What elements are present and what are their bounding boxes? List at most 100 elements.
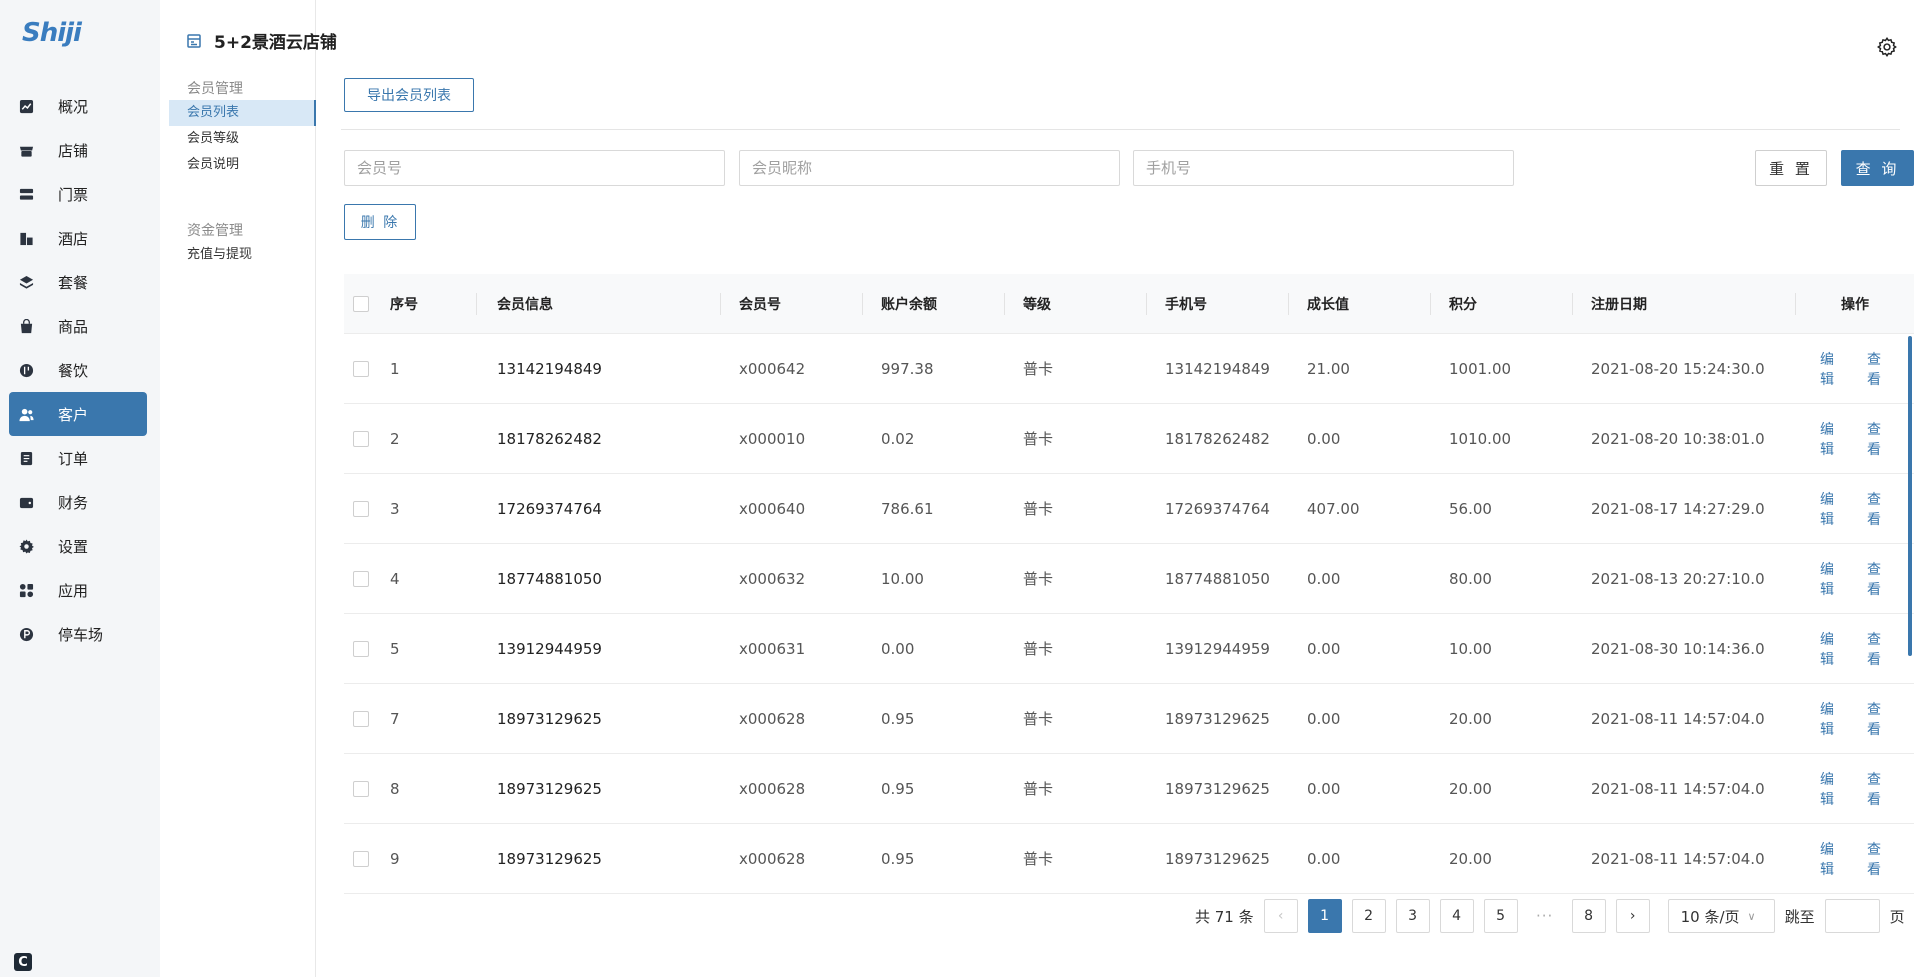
row-checkbox[interactable] xyxy=(353,780,369,797)
balance-cell: 0.95 xyxy=(881,709,915,728)
subnav-item-member-level[interactable]: 会员等级 xyxy=(169,126,316,152)
sidebar-item-12[interactable]: 停车场 xyxy=(0,612,160,656)
page-5[interactable]: 5 xyxy=(1483,899,1518,933)
prev-page-button[interactable]: ‹ xyxy=(1263,899,1298,933)
jump-label: 跳至 xyxy=(1784,907,1815,926)
sidebar-item-3[interactable]: 酒店 xyxy=(0,216,160,260)
sidebar-item-7[interactable]: 客户 xyxy=(9,392,147,436)
page-4[interactable]: 4 xyxy=(1439,899,1474,933)
balance-cell: 0.00 xyxy=(881,639,915,658)
logo-text: Shiji xyxy=(22,18,82,48)
member-no-cell: x000628 xyxy=(739,709,806,728)
row-checkbox[interactable] xyxy=(353,360,369,377)
page-1[interactable]: 1 xyxy=(1307,899,1342,933)
row-index-cell: 3 xyxy=(390,499,400,518)
edit-link[interactable]: 编辑 xyxy=(1820,629,1845,669)
edit-link[interactable]: 编辑 xyxy=(1820,839,1845,879)
delete-button[interactable]: 删 除 xyxy=(344,204,416,240)
reset-button[interactable]: 重 置 xyxy=(1755,150,1827,186)
subnav-item-member-note[interactable]: 会员说明 xyxy=(169,152,316,178)
sidebar-item-11[interactable]: 应用 xyxy=(0,568,160,612)
reg-date-cell: 2021-08-20 15:24:30.0 xyxy=(1591,359,1765,378)
sidebar-item-label: 酒店 xyxy=(58,229,89,248)
member-info-cell: 13912944959 xyxy=(497,639,602,658)
view-link[interactable]: 查看 xyxy=(1867,349,1892,389)
sidebar-item-label: 商品 xyxy=(58,317,89,336)
row-checkbox[interactable] xyxy=(353,710,369,727)
row-select-cell xyxy=(344,544,374,614)
select-all-checkbox[interactable] xyxy=(353,295,369,312)
edit-link[interactable]: 编辑 xyxy=(1820,699,1845,739)
row-index-cell: 4 xyxy=(390,569,400,588)
sidebar-item-label: 概况 xyxy=(58,97,89,116)
food-icon xyxy=(18,362,34,378)
growth-value-cell: 0.00 xyxy=(1307,709,1341,728)
subnav-item-recharge[interactable]: 充值与提现 xyxy=(169,242,316,268)
growth-value-cell: 0.00 xyxy=(1307,429,1341,448)
actions-cell: 编辑 查看 xyxy=(1796,474,1914,544)
jump-page-input[interactable] xyxy=(1824,899,1880,933)
sidebar-item-4[interactable]: 套餐 xyxy=(0,260,160,304)
phone-cell: 13142194849 xyxy=(1165,359,1270,378)
member-no-cell: x000628 xyxy=(739,849,806,868)
sidebar-item-label: 应用 xyxy=(58,581,89,600)
page-8[interactable]: 8 xyxy=(1571,899,1606,933)
brand-logo[interactable]: Shiji xyxy=(22,18,82,48)
row-checkbox[interactable] xyxy=(353,570,369,587)
sidebar-item-10[interactable]: 设置 xyxy=(0,524,160,568)
edit-link[interactable]: 编辑 xyxy=(1820,349,1845,389)
header-label: 手机号 xyxy=(1165,296,1207,313)
row-checkbox[interactable] xyxy=(353,850,369,867)
col-points: 积分 xyxy=(1431,274,1573,334)
member-no-input[interactable] xyxy=(344,150,725,186)
page-2[interactable]: 2 xyxy=(1351,899,1386,933)
phone-input[interactable] xyxy=(1133,150,1514,186)
sidebar-item-5[interactable]: 商品 xyxy=(0,304,160,348)
member-no-cell: x000628 xyxy=(739,779,806,798)
apps-icon xyxy=(18,582,34,598)
sidebar-item-6[interactable]: 餐饮 xyxy=(0,348,160,392)
view-link[interactable]: 查看 xyxy=(1867,839,1892,879)
balance-cell: 786.61 xyxy=(881,499,934,518)
sidebar-item-9[interactable]: 财务 xyxy=(0,480,160,524)
phone-cell: 18178262482 xyxy=(1165,429,1270,448)
settings-icon[interactable] xyxy=(1876,36,1898,58)
view-link[interactable]: 查看 xyxy=(1867,489,1892,529)
subnav-item-member-list[interactable]: 会员列表 xyxy=(169,100,316,126)
nickname-input[interactable] xyxy=(739,150,1120,186)
edit-link[interactable]: 编辑 xyxy=(1820,559,1845,599)
sidebar-item-0[interactable]: 概况 xyxy=(0,84,160,128)
member-info-cell: 18973129625 xyxy=(497,849,602,868)
edit-link[interactable]: 编辑 xyxy=(1820,769,1845,809)
sidebar-item-1[interactable]: 店铺 xyxy=(0,128,160,172)
sidebar-item-8[interactable]: 订单 xyxy=(0,436,160,480)
store-header: 5+2景酒云店铺 xyxy=(186,28,337,53)
view-link[interactable]: 查看 xyxy=(1867,419,1892,459)
help-icon[interactable]: C xyxy=(14,953,32,971)
view-link[interactable]: 查看 xyxy=(1867,769,1892,809)
row-checkbox[interactable] xyxy=(353,640,369,657)
sidebar-item-label: 套餐 xyxy=(58,273,89,292)
page-size-select[interactable]: 10 条/页 ∨ xyxy=(1667,899,1775,933)
sidebar-item-2[interactable]: 门票 xyxy=(0,172,160,216)
toolbar-divider xyxy=(341,129,1900,130)
view-link[interactable]: 查看 xyxy=(1867,559,1892,599)
view-link[interactable]: 查看 xyxy=(1867,629,1892,669)
balance-cell: 997.38 xyxy=(881,359,934,378)
edit-link[interactable]: 编辑 xyxy=(1820,419,1845,459)
row-checkbox[interactable] xyxy=(353,500,369,517)
row-checkbox[interactable] xyxy=(353,430,369,447)
bag-icon xyxy=(18,318,34,334)
next-page-button[interactable]: › xyxy=(1615,899,1650,933)
view-link[interactable]: 查看 xyxy=(1867,699,1892,739)
export-members-button[interactable]: 导出会员列表 xyxy=(344,78,474,112)
reg-date-cell: 2021-08-11 14:57:04.0 xyxy=(1591,709,1765,728)
table-scrollbar[interactable] xyxy=(1908,336,1912,656)
actions-cell: 编辑 查看 xyxy=(1796,544,1914,614)
header-label: 会员信息 xyxy=(497,296,553,313)
edit-link[interactable]: 编辑 xyxy=(1820,489,1845,529)
page-ellipsis[interactable]: ··· xyxy=(1528,907,1562,925)
query-button[interactable]: 查 询 xyxy=(1841,150,1914,186)
subnav-group-member: 会员管理 会员列表 会员等级 会员说明 xyxy=(160,78,316,178)
page-3[interactable]: 3 xyxy=(1395,899,1430,933)
